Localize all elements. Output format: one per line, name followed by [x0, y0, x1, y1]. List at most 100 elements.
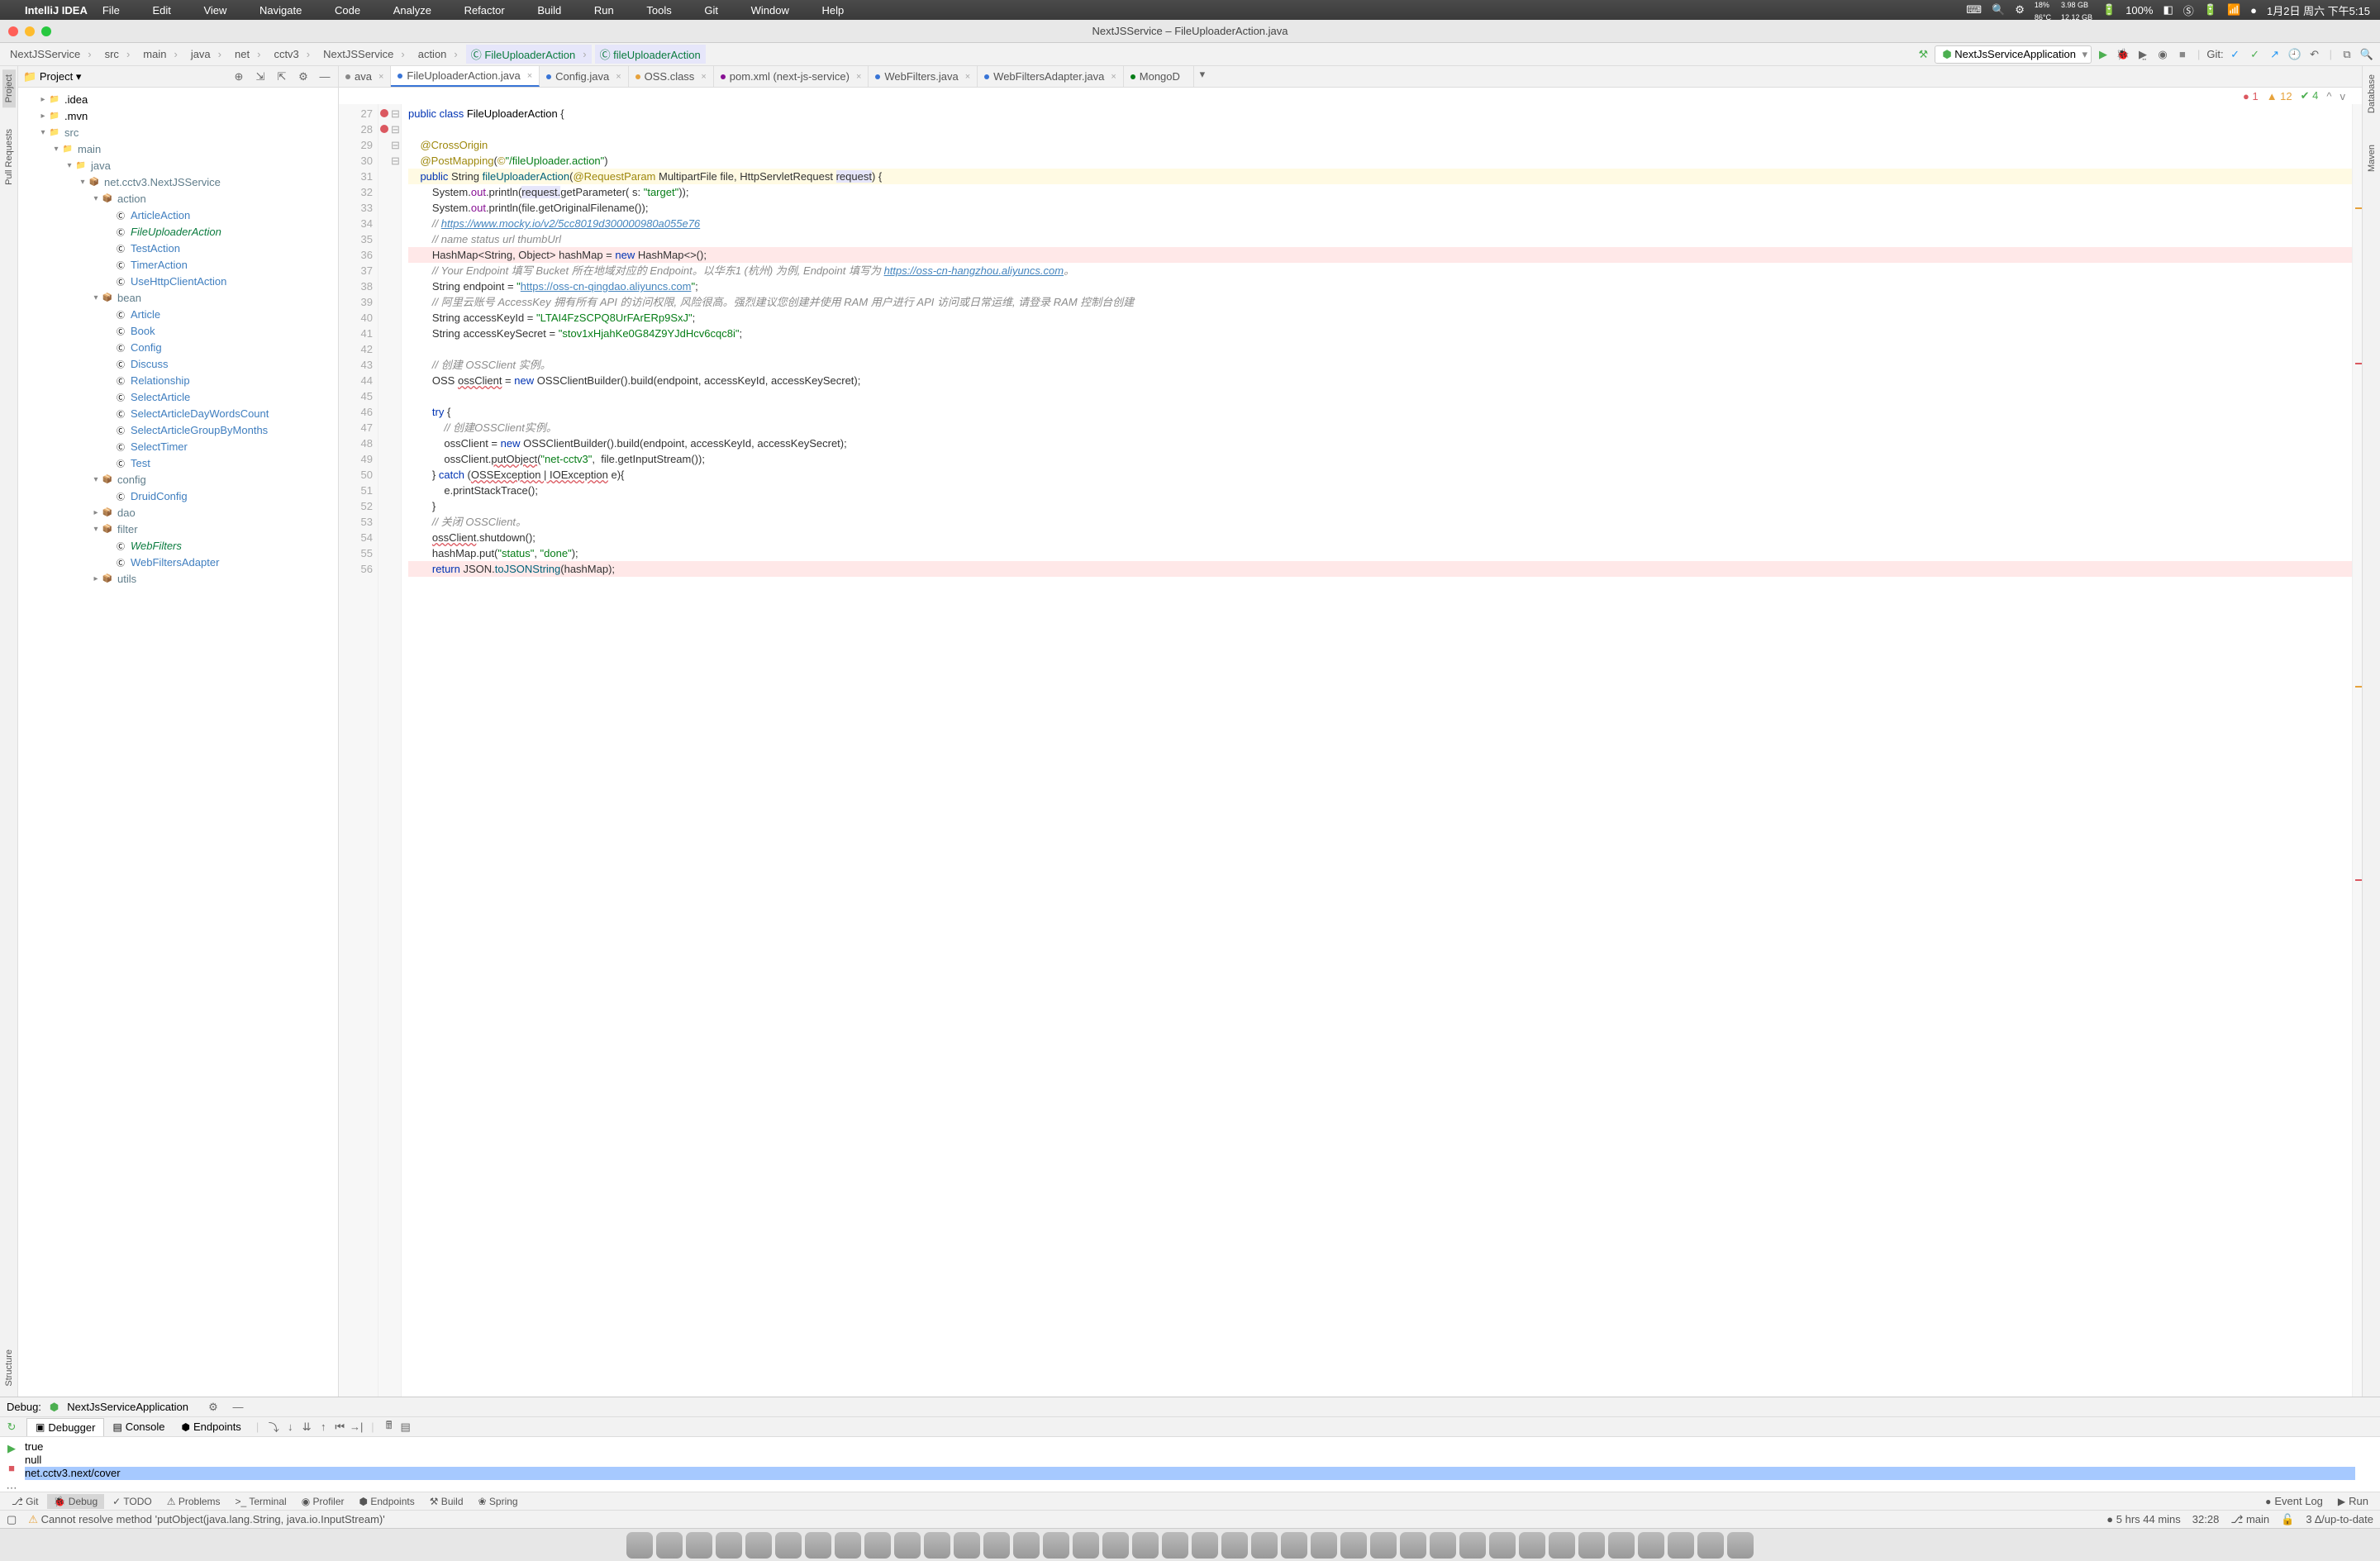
dock-app-icon[interactable] [1013, 1532, 1040, 1559]
stop-button[interactable]: ■ [2174, 46, 2191, 63]
dock-app-icon[interactable] [1519, 1532, 1545, 1559]
error-stripe[interactable] [2352, 104, 2362, 1397]
tree-node[interactable]: ⒸBook [18, 322, 338, 339]
tree-node[interactable]: ⒸSelectArticle [18, 388, 338, 405]
tool-tab-project[interactable]: Project [2, 69, 16, 107]
caret-position[interactable]: 32:28 [2192, 1513, 2220, 1525]
close-window-button[interactable] [8, 26, 18, 36]
dock-app-icon[interactable] [1192, 1532, 1218, 1559]
tree-node[interactable]: ⒸDiscuss [18, 355, 338, 372]
tool-tab-maven[interactable]: Maven [2365, 140, 2378, 177]
tray-icon[interactable]: 🔋 [2204, 3, 2217, 17]
dock-app-icon[interactable] [924, 1532, 950, 1559]
dock-app-icon[interactable] [864, 1532, 891, 1559]
close-tab-button[interactable]: × [527, 71, 532, 81]
tree-node[interactable]: ⒸArticleAction [18, 207, 338, 223]
editor-tab[interactable]: MongoD [1124, 66, 1194, 87]
menu-code[interactable]: Code [335, 4, 360, 17]
drop-frame-button[interactable]: ⏮ [331, 1419, 348, 1435]
dock-app-icon[interactable] [1043, 1532, 1069, 1559]
dock-app-icon[interactable] [716, 1532, 742, 1559]
tree-node[interactable]: ▾📁main [18, 140, 338, 157]
run-tab[interactable]: ▶ Run [2331, 1493, 2375, 1509]
run-config-selector[interactable]: ⬢ NextJsServiceApplication [1935, 45, 2092, 64]
breadcrumb[interactable]: src [100, 46, 136, 62]
step-over-button[interactable]: ⤵ [265, 1419, 282, 1435]
tree-node[interactable]: ▾📦filter [18, 521, 338, 537]
debug-button[interactable]: 🐞 [2115, 46, 2131, 63]
debug-console-output[interactable]: ▶ ■ ⋯ true null net.cctv3.next/cover [0, 1437, 2380, 1492]
search-everywhere-button[interactable]: ⧉ [2339, 46, 2355, 63]
select-opened-file-button[interactable]: ⊕ [231, 69, 247, 85]
breadcrumb[interactable]: net [230, 46, 265, 62]
bottom-tab-problems[interactable]: ⚠ Problems [160, 1494, 227, 1509]
clock[interactable]: 1月2日 周六 下午5:15 [2267, 2, 2370, 18]
tree-node[interactable]: ⒸSelectArticleDayWordsCount [18, 405, 338, 421]
vcs-commit-button[interactable]: ✓ [2247, 46, 2263, 63]
menu-refactor[interactable]: Refactor [464, 4, 505, 17]
dock-app-icon[interactable] [1489, 1532, 1516, 1559]
close-tab-button[interactable]: × [1111, 72, 1116, 82]
more-button[interactable]: ⋯ [3, 1480, 20, 1497]
bottom-tab-endpoints[interactable]: ⬢ Endpoints [353, 1494, 421, 1509]
close-tab-button[interactable]: × [616, 72, 621, 82]
bottom-tab-spring[interactable]: ❀ Spring [472, 1494, 525, 1509]
breadcrumb[interactable]: Ⓒ FileUploaderAction [466, 45, 592, 64]
wifi-icon[interactable]: 📶 [2227, 3, 2240, 17]
dock-app-icon[interactable] [656, 1532, 683, 1559]
dock-app-icon[interactable] [1162, 1532, 1188, 1559]
dock-app-icon[interactable] [1400, 1532, 1426, 1559]
menu-git[interactable]: Git [704, 4, 718, 17]
menu-view[interactable]: View [203, 4, 226, 17]
tree-node[interactable]: ⒸWebFilters [18, 537, 338, 554]
menu-run[interactable]: Run [594, 4, 614, 17]
editor-tab[interactable]: Config.java× [540, 66, 628, 87]
breadcrumb[interactable]: java [186, 46, 226, 62]
dock-app-icon[interactable] [686, 1532, 712, 1559]
bottom-tab-build[interactable]: ⚒ Build [423, 1494, 470, 1509]
menu-analyze[interactable]: Analyze [393, 4, 431, 17]
tree-node[interactable]: ▸📦dao [18, 504, 338, 521]
force-step-into-button[interactable]: ⇊ [298, 1419, 315, 1435]
tree-node[interactable]: ⒸWebFiltersAdapter [18, 554, 338, 570]
close-tab-button[interactable]: × [856, 72, 861, 82]
dock-app-icon[interactable] [1608, 1532, 1635, 1559]
breadcrumb[interactable]: NextJSService [318, 46, 410, 62]
close-tab-button[interactable]: × [701, 72, 706, 82]
tree-node[interactable]: ⒸTest [18, 454, 338, 471]
tree-node[interactable]: ▸📦utils [18, 570, 338, 587]
updates-indicator[interactable]: 3 ∆/up-to-date [2306, 1513, 2373, 1525]
tab-dropdown-button[interactable]: ▾ [1194, 66, 1211, 83]
editor-tab[interactable]: WebFiltersAdapter.java× [978, 66, 1124, 87]
dock-app-icon[interactable] [1697, 1532, 1724, 1559]
app-name[interactable]: IntelliJ IDEA [25, 4, 88, 17]
lock-icon[interactable]: 🔓 [2281, 1513, 2294, 1526]
console-tab[interactable]: ▤ Console [104, 1418, 173, 1435]
settings-icon[interactable]: ⚙ [205, 1399, 221, 1416]
settings-icon[interactable]: ⚙ [295, 69, 312, 85]
dock-app-icon[interactable] [1221, 1532, 1248, 1559]
tree-node[interactable]: ⒸDruidConfig [18, 488, 338, 504]
inspection-widget[interactable]: ● 1 ▲ 12 ✔ 4 ^ v [339, 88, 2362, 104]
dock-app-icon[interactable] [1370, 1532, 1397, 1559]
tree-node[interactable]: ▾📦bean [18, 289, 338, 306]
dock-app-icon[interactable] [1638, 1532, 1664, 1559]
hammer-icon[interactable]: ⚒ [1915, 46, 1931, 63]
expand-all-button[interactable]: ⇲ [252, 69, 269, 85]
tree-node[interactable]: ▸📁.idea [18, 91, 338, 107]
menu-navigate[interactable]: Navigate [259, 4, 302, 17]
menu-window[interactable]: Window [751, 4, 789, 17]
tree-node[interactable]: ▾📁java [18, 157, 338, 174]
dock-app-icon[interactable] [1727, 1532, 1754, 1559]
tree-node[interactable]: ▾📦net.cctv3.NextJSService [18, 174, 338, 190]
tree-node[interactable]: ▾📦action [18, 190, 338, 207]
hide-button[interactable]: — [317, 69, 333, 85]
endpoints-tab[interactable]: ⬢ Endpoints [174, 1418, 250, 1435]
run-to-cursor-button[interactable]: →| [348, 1419, 364, 1435]
run-button[interactable]: ▶ [2095, 46, 2111, 63]
tree-node[interactable]: ⒸRelationship [18, 372, 338, 388]
editor-tab[interactable]: pom.xml (next-js-service)× [714, 66, 869, 87]
breadcrumb[interactable]: NextJSService [5, 46, 97, 62]
editor-tab[interactable]: FileUploaderAction.java× [391, 66, 540, 87]
tree-node[interactable]: ⒸTimerAction [18, 256, 338, 273]
